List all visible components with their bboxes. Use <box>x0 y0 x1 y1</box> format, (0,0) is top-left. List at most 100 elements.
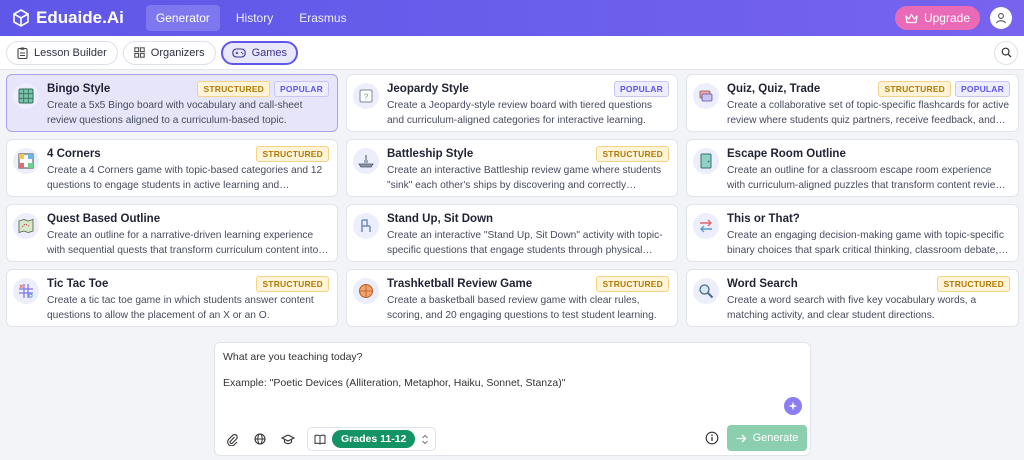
popular-badge: POPULAR <box>614 81 669 97</box>
globe-icon <box>254 433 266 445</box>
book-icon <box>314 434 326 445</box>
game-templates-grid: Bingo Style STRUCTURED POPULAR Create a 5x5… <box>6 74 1019 327</box>
gamepad-icon <box>231 47 246 58</box>
enhance-prompt-button[interactable] <box>784 397 802 415</box>
popular-badge: POPULAR <box>274 81 329 97</box>
card-description: Create a basketball based review game wi… <box>387 295 657 321</box>
grade-level-button[interactable] <box>279 430 297 448</box>
game-card-escape-room-outline[interactable]: Escape Room Outline Create an outline for… <box>686 139 1019 197</box>
game-card-bingo-style[interactable]: Bingo Style STRUCTURED POPULAR Create a 5x5… <box>6 74 338 132</box>
card-title: Quiz, Quiz, Trade <box>727 83 821 95</box>
structured-badge: STRUCTURED <box>878 81 952 97</box>
nav-tab-history[interactable]: History <box>226 5 283 31</box>
card-body: Bingo Style STRUCTURED POPULAR Create a 5x5… <box>47 81 329 126</box>
game-card-battleship-style[interactable]: Battleship Style STRUCTURED Create an inte… <box>346 139 678 197</box>
attach-button[interactable] <box>223 430 241 448</box>
card-title: Word Search <box>727 278 798 290</box>
structured-badge: STRUCTURED <box>197 81 271 97</box>
card-title: Jeopardy Style <box>387 83 469 95</box>
tab-label: Lesson Builder <box>34 46 107 59</box>
card-description: Create a 5x5 Bingo board with vocabulary… <box>47 100 303 126</box>
prompt-input-line[interactable]: What are you teaching today? <box>223 351 363 363</box>
tab-label: Organizers <box>150 46 205 59</box>
grade-select[interactable]: Grades 11-12 <box>307 427 437 451</box>
four-corners-icon <box>13 148 39 174</box>
card-title: Bingo Style <box>47 83 111 95</box>
bingo-icon <box>13 83 39 109</box>
chevron-updown-icon <box>422 434 429 444</box>
generate-label: Generate <box>752 432 799 444</box>
card-title: Stand Up, Sit Down <box>387 213 494 225</box>
structured-badge: STRUCTURED <box>256 146 329 162</box>
card-title: Tic Tac Toe <box>47 278 109 290</box>
card-header: This or That? <box>727 211 1010 227</box>
game-card-stand-up-sit-down[interactable]: Stand Up, Sit Down Create an interactive … <box>346 204 678 262</box>
card-title: 4 Corners <box>47 148 101 160</box>
arrow-right-icon <box>736 434 746 442</box>
card-header: Quiz, Quiz, Trade STRUCTURED POPULAR <box>727 81 1010 97</box>
magnifier-icon <box>693 278 719 304</box>
game-card-quest-based-outline[interactable]: Quest Based Outline Create an outline for… <box>6 204 338 262</box>
search-button[interactable] <box>994 40 1018 65</box>
card-title: This or That? <box>727 213 800 225</box>
info-button[interactable] <box>705 431 719 445</box>
user-avatar[interactable] <box>990 7 1012 29</box>
card-description: Create a word search with five key vocab… <box>727 295 977 321</box>
tab-lesson-builder[interactable]: Lesson Builder <box>6 40 118 65</box>
tab-label: Games <box>251 46 288 59</box>
card-title: Trashketball Review Game <box>387 278 533 290</box>
card-body: Trashketball Review Game STRUCTURED Create… <box>387 276 669 321</box>
graduation-cap-icon <box>281 433 295 444</box>
map-icon <box>13 213 39 239</box>
tab-organizers[interactable]: Organizers <box>122 40 216 65</box>
card-body: 4 Corners STRUCTURED Create a 4 Corners ga… <box>47 146 329 191</box>
info-icon <box>705 431 719 445</box>
logo[interactable]: Eduaide.Ai <box>12 8 124 28</box>
top-navigation-bar: Eduaide.Ai Generator History Erasmus Upg… <box>0 0 1024 36</box>
generate-button[interactable]: Generate <box>727 425 807 451</box>
language-button[interactable] <box>251 430 269 448</box>
card-header: Bingo Style STRUCTURED POPULAR <box>47 81 329 97</box>
tab-games[interactable]: Games <box>220 40 299 65</box>
upgrade-button[interactable]: Upgrade <box>894 6 980 30</box>
prompt-example-text[interactable]: Example: "Poetic Devices (Alliteration, … <box>223 377 565 389</box>
jeopardy-icon: ? <box>353 83 379 109</box>
chair-icon <box>353 213 379 239</box>
card-header: Escape Room Outline <box>727 146 1010 162</box>
arrows-swap-icon <box>693 213 719 239</box>
card-body: Stand Up, Sit Down Create an interactive … <box>387 211 669 256</box>
paperclip-icon <box>227 433 238 446</box>
game-card-word-search[interactable]: Word Search STRUCTURED Create a word searc… <box>686 269 1019 327</box>
nav-tab-erasmus[interactable]: Erasmus <box>289 5 356 31</box>
game-card-quiz-quiz-trade[interactable]: Quiz, Quiz, Trade STRUCTURED POPULAR Create… <box>686 74 1019 132</box>
card-body: Quiz, Quiz, Trade STRUCTURED POPULAR Create… <box>727 81 1010 126</box>
card-body: Word Search STRUCTURED Create a word searc… <box>727 276 1010 321</box>
card-description: Create an outline for a classroom escape… <box>727 165 1003 191</box>
card-header: Jeopardy Style POPULAR <box>387 81 669 97</box>
game-card-tic-tac-toe[interactable]: Tic Tac Toe STRUCTURED Create a tic tac to… <box>6 269 338 327</box>
card-header: Battleship Style STRUCTURED <box>387 146 669 162</box>
card-body: Jeopardy Style POPULAR Create a Jeopardy-s… <box>387 81 669 126</box>
clipboard-icon <box>17 47 28 59</box>
card-body: Quest Based Outline Create an outline for… <box>47 211 329 256</box>
prompt-toolbar: Grades 11-12 <box>223 427 437 451</box>
battleship-icon <box>353 148 379 174</box>
card-description: Create an engaging decision-making game … <box>727 230 1004 256</box>
game-card-this-or-that[interactable]: This or That? Create an engaging decision… <box>686 204 1019 262</box>
card-body: Escape Room Outline Create an outline for… <box>727 146 1010 191</box>
flashcards-icon <box>693 83 719 109</box>
card-header: Trashketball Review Game STRUCTURED <box>387 276 669 292</box>
logo-text: Eduaide.Ai <box>36 8 124 27</box>
card-title: Battleship Style <box>387 148 474 160</box>
grade-value: Grades 11-12 <box>332 430 416 448</box>
game-card-trashketball-review-game[interactable]: Trashketball Review Game STRUCTURED Create… <box>346 269 678 327</box>
card-body: This or That? Create an engaging decision… <box>727 211 1010 256</box>
game-card-jeopardy-style[interactable]: ? Jeopardy Style POPULAR Create a Jeopardy-… <box>346 74 678 132</box>
game-card-4-corners[interactable]: 4 Corners STRUCTURED Create a 4 Corners ga… <box>6 139 338 197</box>
card-header: 4 Corners STRUCTURED <box>47 146 329 162</box>
user-icon <box>995 13 1007 24</box>
crown-icon <box>905 13 918 23</box>
door-icon <box>693 148 719 174</box>
upgrade-label: Upgrade <box>923 11 970 25</box>
nav-tab-generator[interactable]: Generator <box>145 5 220 31</box>
